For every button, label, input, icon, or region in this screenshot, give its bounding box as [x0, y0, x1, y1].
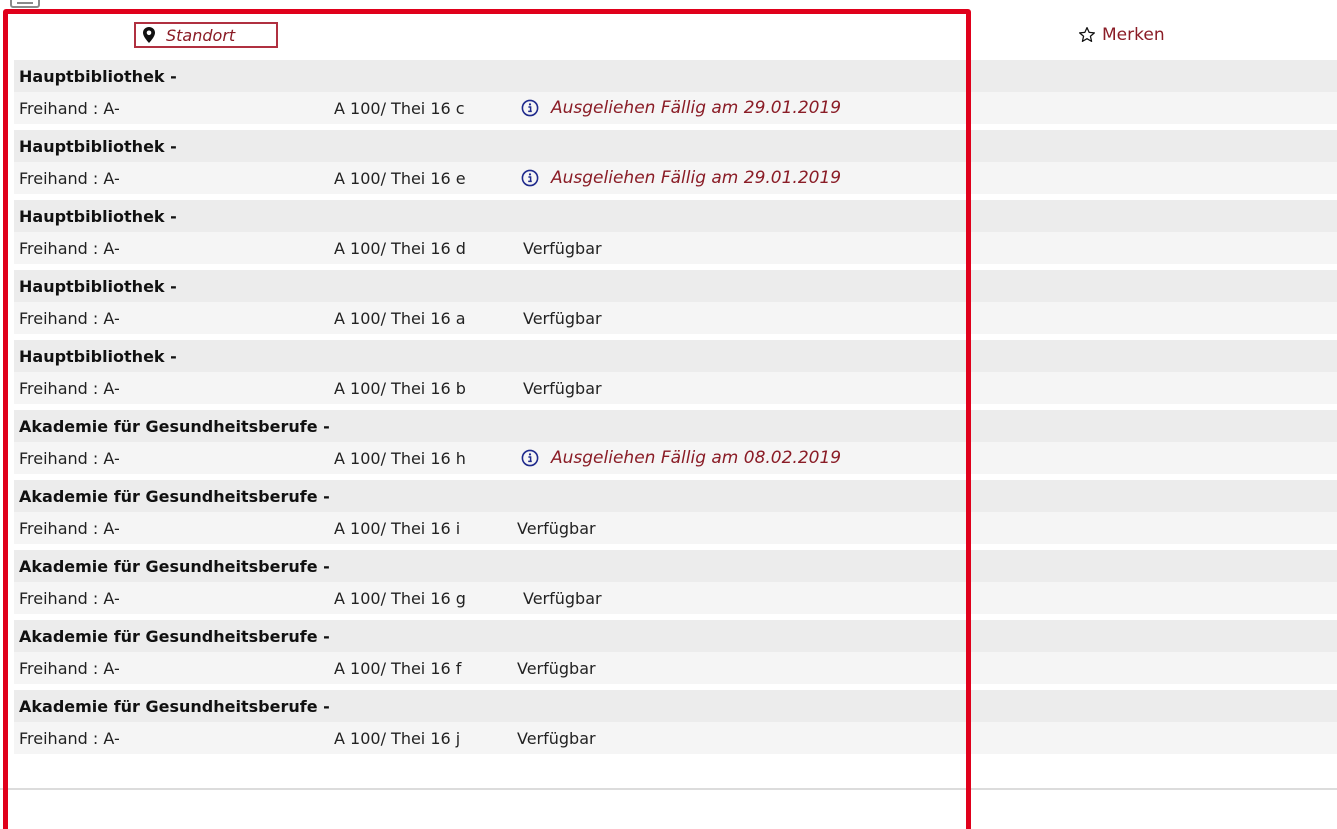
holding-item: Akademie für Gesundheitsberufe - Freihand… — [14, 620, 1337, 690]
shelf-location: Freihand : A- — [19, 98, 120, 118]
library-name: Hauptbibliothek - — [19, 66, 177, 86]
availability-status: Verfügbar — [517, 659, 596, 678]
availability-text: Verfügbar — [523, 588, 602, 608]
availability-status: Verfügbar — [523, 239, 602, 258]
holding-library-row: Hauptbibliothek - — [14, 340, 1337, 372]
availability-text: Ausgeliehen Fällig am 08.02.2019 — [551, 448, 842, 468]
info-circle-icon[interactable] — [521, 449, 539, 467]
holding-library-row: Akademie für Gesundheitsberufe - — [14, 410, 1337, 442]
holding-item: Hauptbibliothek - Freihand : A- A 100/ The… — [14, 270, 1337, 340]
holding-library-row: Hauptbibliothek - — [14, 270, 1337, 302]
toolbar-icon-partial[interactable] — [10, 0, 40, 8]
holding-detail-row: Freihand : A- A 100/ Thei 16 b Verfügbar — [14, 372, 1337, 404]
holding-detail-row: Freihand : A- A 100/ Thei 16 g Verfügbar — [14, 582, 1337, 614]
holding-detail-row: Freihand : A- A 100/ Thei 16 e Ausgeliehen… — [14, 162, 1337, 194]
call-number: A 100/ Thei 16 a — [334, 308, 466, 328]
location-label: Standort — [166, 25, 236, 45]
holding-library-row: Hauptbibliothek - — [14, 130, 1337, 162]
call-number: A 100/ Thei 16 h — [334, 448, 466, 468]
library-name: Akademie für Gesundheitsberufe - — [19, 626, 330, 646]
holdings-list: Hauptbibliothek - Freihand : A- A 100/ The… — [14, 60, 1337, 760]
holding-item: Hauptbibliothek - Freihand : A- A 100/ The… — [14, 130, 1337, 200]
call-number: A 100/ Thei 16 b — [334, 378, 466, 398]
availability-text: Verfügbar — [523, 238, 602, 258]
holding-item: Akademie für Gesundheitsberufe - Freihand… — [14, 690, 1337, 760]
holding-item: Akademie für Gesundheitsberufe - Freihand… — [14, 480, 1337, 550]
library-name: Hauptbibliothek - — [19, 346, 177, 366]
call-number: A 100/ Thei 16 d — [334, 238, 466, 258]
shelf-location: Freihand : A- — [19, 308, 120, 328]
shelf-location: Freihand : A- — [19, 518, 120, 538]
call-number: A 100/ Thei 16 i — [334, 518, 461, 538]
holding-item: Hauptbibliothek - Freihand : A- A 100/ The… — [14, 340, 1337, 410]
info-circle-icon[interactable] — [521, 169, 539, 187]
info-circle-icon[interactable] — [521, 99, 539, 117]
holding-item: Hauptbibliothek - Freihand : A- A 100/ The… — [14, 60, 1337, 130]
library-name: Akademie für Gesundheitsberufe - — [19, 556, 330, 576]
availability-text: Ausgeliehen Fällig am 29.01.2019 — [551, 168, 842, 188]
bookmark-label: Merken — [1102, 25, 1165, 45]
availability-text: Verfügbar — [517, 728, 596, 748]
shelf-location: Freihand : A- — [19, 448, 120, 468]
holding-library-row: Hauptbibliothek - — [14, 60, 1337, 92]
availability-status: Verfügbar — [517, 729, 596, 748]
shelf-location: Freihand : A- — [19, 728, 120, 748]
availability-status: Verfügbar — [523, 589, 602, 608]
toolbar-icon-inner — [17, 0, 33, 4]
holding-library-row: Akademie für Gesundheitsberufe - — [14, 620, 1337, 652]
holding-library-row: Akademie für Gesundheitsberufe - — [14, 480, 1337, 512]
shelf-location: Freihand : A- — [19, 588, 120, 608]
availability-status: Ausgeliehen Fällig am 29.01.2019 — [521, 98, 841, 118]
holding-item: Akademie für Gesundheitsberufe - Freihand… — [14, 550, 1337, 620]
library-name: Hauptbibliothek - — [19, 136, 177, 156]
holding-detail-row: Freihand : A- A 100/ Thei 16 j Verfügbar — [14, 722, 1337, 754]
call-number: A 100/ Thei 16 g — [334, 588, 466, 608]
availability-status: Ausgeliehen Fällig am 29.01.2019 — [521, 168, 841, 188]
availability-text: Verfügbar — [523, 378, 602, 398]
holding-item: Hauptbibliothek - Freihand : A- A 100/ The… — [14, 200, 1337, 270]
availability-text: Verfügbar — [517, 518, 596, 538]
star-outline-icon — [1078, 26, 1096, 43]
library-name: Akademie für Gesundheitsberufe - — [19, 486, 330, 506]
bookmark-button[interactable]: Merken — [1078, 22, 1165, 48]
call-number: A 100/ Thei 16 e — [334, 168, 466, 188]
call-number: A 100/ Thei 16 j — [334, 728, 461, 748]
holding-detail-row: Freihand : A- A 100/ Thei 16 h Ausgeliehen… — [14, 442, 1337, 474]
library-name: Hauptbibliothek - — [19, 206, 177, 226]
availability-text: Ausgeliehen Fällig am 29.01.2019 — [551, 98, 842, 118]
map-pin-icon — [143, 27, 155, 43]
shelf-location: Freihand : A- — [19, 378, 120, 398]
bottom-divider — [0, 788, 1337, 790]
holding-detail-row: Freihand : A- A 100/ Thei 16 c Ausgeliehen… — [14, 92, 1337, 124]
availability-text: Verfügbar — [523, 308, 602, 328]
call-number: A 100/ Thei 16 c — [334, 98, 465, 118]
holdings-page: Standort Merken Hauptbibliothek - Freihan… — [0, 0, 1337, 829]
shelf-location: Freihand : A- — [19, 168, 120, 188]
holding-library-row: Akademie für Gesundheitsberufe - — [14, 550, 1337, 582]
availability-status: Ausgeliehen Fällig am 08.02.2019 — [521, 448, 841, 468]
library-name: Akademie für Gesundheitsberufe - — [19, 696, 330, 716]
availability-text: Verfügbar — [517, 658, 596, 678]
holding-detail-row: Freihand : A- A 100/ Thei 16 f Verfügbar — [14, 652, 1337, 684]
availability-status: Verfügbar — [517, 519, 596, 538]
holding-detail-row: Freihand : A- A 100/ Thei 16 d Verfügbar — [14, 232, 1337, 264]
shelf-location: Freihand : A- — [19, 238, 120, 258]
shelf-location: Freihand : A- — [19, 658, 120, 678]
library-name: Akademie für Gesundheitsberufe - — [19, 416, 330, 436]
holding-detail-row: Freihand : A- A 100/ Thei 16 i Verfügbar — [14, 512, 1337, 544]
call-number: A 100/ Thei 16 f — [334, 658, 462, 678]
availability-status: Verfügbar — [523, 309, 602, 328]
holding-detail-row: Freihand : A- A 100/ Thei 16 a Verfügbar — [14, 302, 1337, 334]
holding-item: Akademie für Gesundheitsberufe - Freihand… — [14, 410, 1337, 480]
holding-library-row: Hauptbibliothek - — [14, 200, 1337, 232]
location-sort-button[interactable]: Standort — [134, 22, 278, 48]
holding-library-row: Akademie für Gesundheitsberufe - — [14, 690, 1337, 722]
library-name: Hauptbibliothek - — [19, 276, 177, 296]
availability-status: Verfügbar — [523, 379, 602, 398]
